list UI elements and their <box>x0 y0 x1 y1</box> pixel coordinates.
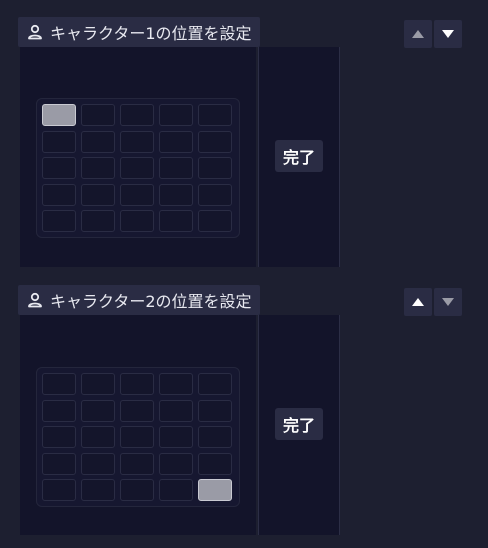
grid-cell[interactable] <box>42 452 76 475</box>
grid-cell[interactable] <box>198 373 232 395</box>
grid-cell[interactable] <box>120 130 154 153</box>
grid-cell[interactable] <box>81 104 115 126</box>
grid-cell[interactable] <box>198 452 232 475</box>
grid-cell[interactable] <box>159 210 193 232</box>
chevron-down-icon <box>442 30 454 38</box>
grid-cell[interactable] <box>81 373 115 395</box>
grid-cell[interactable] <box>159 130 193 153</box>
grid-cell[interactable] <box>120 373 154 395</box>
grid-cell[interactable] <box>42 373 76 395</box>
grid-cell[interactable] <box>159 157 193 179</box>
grid-cell[interactable] <box>81 183 115 206</box>
panel-title: キャラクター2の位置を設定 <box>50 292 252 311</box>
grid-cell[interactable] <box>81 426 115 448</box>
grid-cell[interactable] <box>120 183 154 206</box>
grid-cell-selected[interactable] <box>198 479 232 501</box>
grid-cell[interactable] <box>42 210 76 232</box>
position-grid-area <box>20 47 256 267</box>
grid-cell[interactable] <box>81 479 115 501</box>
grid-cell-selected[interactable] <box>42 104 76 126</box>
grid-cell[interactable] <box>159 104 193 126</box>
grid-cell[interactable] <box>159 399 193 422</box>
grid-cell[interactable] <box>42 183 76 206</box>
side-area: 完了 <box>258 47 340 267</box>
grid-cell[interactable] <box>42 130 76 153</box>
grid-cell[interactable] <box>42 426 76 448</box>
move-up-button[interactable] <box>404 288 432 316</box>
grid-cell[interactable] <box>198 104 232 126</box>
grid-cell[interactable] <box>120 399 154 422</box>
grid-cell[interactable] <box>81 452 115 475</box>
grid-cell[interactable] <box>159 452 193 475</box>
grid-cell[interactable] <box>198 130 232 153</box>
grid-cell[interactable] <box>120 426 154 448</box>
chevron-up-icon <box>412 298 424 306</box>
grid-cell[interactable] <box>42 157 76 179</box>
grid-cell[interactable] <box>81 157 115 179</box>
grid-cell[interactable] <box>42 479 76 501</box>
grid-cell[interactable] <box>120 157 154 179</box>
panel-header: キャラクター1の位置を設定 <box>18 17 260 47</box>
grid-cell[interactable] <box>198 399 232 422</box>
person-icon <box>26 23 44 41</box>
move-up-button[interactable] <box>404 20 432 48</box>
grid-cell[interactable] <box>120 210 154 232</box>
grid-cell[interactable] <box>198 426 232 448</box>
move-down-button[interactable] <box>434 288 462 316</box>
move-down-button[interactable] <box>434 20 462 48</box>
grid-cell[interactable] <box>159 373 193 395</box>
grid-cell[interactable] <box>81 130 115 153</box>
panel-title: キャラクター1の位置を設定 <box>50 24 252 43</box>
grid-cell[interactable] <box>42 399 76 422</box>
grid-cell[interactable] <box>81 399 115 422</box>
grid-cell[interactable] <box>159 183 193 206</box>
grid-cell[interactable] <box>81 210 115 232</box>
position-grid <box>36 367 240 507</box>
grid-cell[interactable] <box>120 452 154 475</box>
grid-cell[interactable] <box>120 479 154 501</box>
grid-cell[interactable] <box>159 479 193 501</box>
grid-cell[interactable] <box>120 104 154 126</box>
panel-header: キャラクター2の位置を設定 <box>18 285 260 315</box>
done-button[interactable]: 完了 <box>275 408 323 440</box>
grid-cell[interactable] <box>198 210 232 232</box>
position-grid <box>36 98 240 238</box>
chevron-down-icon <box>442 298 454 306</box>
grid-cell[interactable] <box>198 157 232 179</box>
done-button[interactable]: 完了 <box>275 140 323 172</box>
position-grid-area <box>20 315 256 535</box>
grid-cell[interactable] <box>198 183 232 206</box>
side-area: 完了 <box>258 315 340 535</box>
grid-cell[interactable] <box>159 426 193 448</box>
chevron-up-icon <box>412 30 424 38</box>
person-icon <box>26 291 44 309</box>
